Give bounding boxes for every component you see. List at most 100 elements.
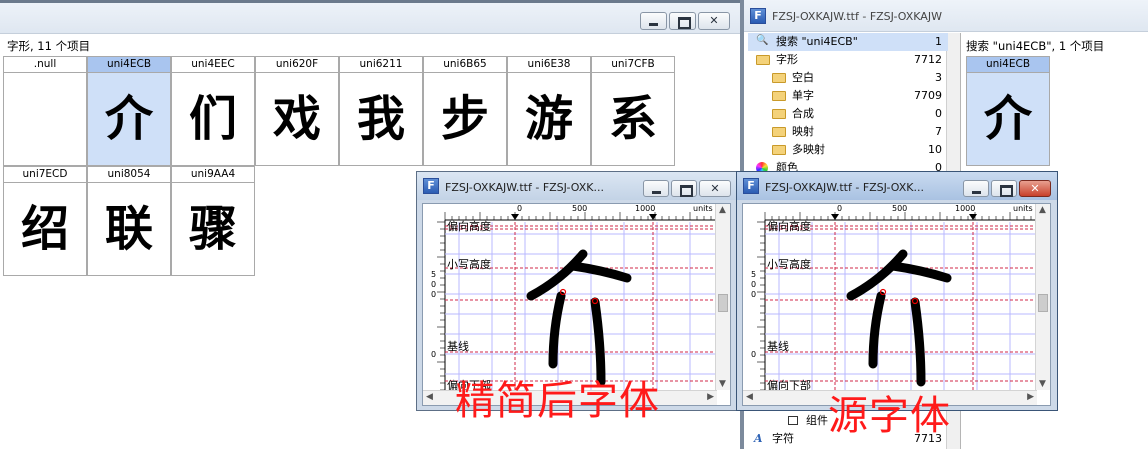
tree-item[interactable]: 🔍 搜索 "uni4ECB" 1 xyxy=(748,33,948,51)
glyph-name: .null xyxy=(4,57,86,73)
tree-item-count: 7 xyxy=(935,125,942,138)
folder-icon xyxy=(772,91,786,101)
app-icon: F xyxy=(743,178,759,194)
glyph-cell[interactable]: uni6B65 步 xyxy=(423,56,507,166)
tree-item-count: 7709 xyxy=(914,89,942,102)
glyph-editor-titlebar: F FZSJ-OXKAJW.ttf - FZSJ-OXK... xyxy=(737,172,1057,200)
ruler-label: 0 xyxy=(837,204,843,213)
glyph-editor-title: FZSJ-OXKAJW.ttf - FZSJ-OXK... xyxy=(445,181,604,194)
glyph-cell[interactable]: uni9AA4 骤 xyxy=(171,166,255,276)
tree-item[interactable]: 多映射 10 xyxy=(748,141,948,159)
ruler-label: 0 xyxy=(431,350,437,359)
scroll-thumb[interactable] xyxy=(718,294,728,312)
vertical-scrollbar[interactable]: ▲ ▼ xyxy=(715,204,730,390)
ruler-label: 5 xyxy=(431,270,437,279)
glyph-count-label: 字形, 11 个项目 xyxy=(7,39,91,53)
ruler-label: 5 xyxy=(751,270,757,279)
glyph-cell[interactable]: uni6211 我 xyxy=(339,56,423,166)
tree-item-label: 字形 xyxy=(776,53,798,66)
app-icon: F xyxy=(750,8,766,24)
window-controls xyxy=(643,180,731,197)
tree-item-label: 空白 xyxy=(792,71,814,84)
window-controls xyxy=(963,180,1051,197)
close-button[interactable] xyxy=(699,180,731,197)
search-result-glyph-cell[interactable]: uni4ECB 介 xyxy=(966,56,1050,166)
tree-item-count: 7712 xyxy=(914,53,942,66)
overlay-caption: 精简后字体 xyxy=(455,378,660,424)
glyph-cell[interactable]: uni4EEC 们 xyxy=(171,56,255,166)
maximize-button[interactable] xyxy=(991,180,1017,197)
scroll-right-arrow[interactable]: ▶ xyxy=(707,392,714,402)
guide-line-label: 偏向高度 xyxy=(767,220,811,233)
tree-item[interactable]: 映射 7 xyxy=(748,123,948,141)
glyph-cell[interactable]: .null xyxy=(3,56,87,166)
maximize-button[interactable] xyxy=(671,180,697,197)
ruler-label: units xyxy=(693,204,713,213)
scroll-up-arrow[interactable]: ▲ xyxy=(719,205,726,215)
glyph-name: uni6B65 xyxy=(424,57,506,73)
glyph-editor-title: FZSJ-OXKAJW.ttf - FZSJ-OXK... xyxy=(765,181,924,194)
component-icon xyxy=(788,416,798,425)
scroll-left-arrow[interactable]: ◀ xyxy=(746,392,753,402)
scroll-thumb[interactable] xyxy=(1038,294,1048,312)
folder-icon xyxy=(772,127,786,137)
tree-item-count: 10 xyxy=(928,143,942,156)
ruler-label: 500 xyxy=(572,204,588,213)
ruler-label: 0 xyxy=(431,290,437,299)
folder-icon xyxy=(756,55,770,65)
scroll-right-arrow[interactable]: ▶ xyxy=(1027,392,1034,402)
folder-icon xyxy=(772,145,786,155)
glyph-preview: 系 xyxy=(608,91,657,147)
minimize-button[interactable] xyxy=(963,180,989,197)
tree-item-count: 3 xyxy=(935,71,942,84)
tree-item[interactable]: 单字 7709 xyxy=(748,87,948,105)
tree-item-count: 0 xyxy=(935,107,942,120)
ruler-label: units xyxy=(1013,204,1033,213)
glyph-name: uni9AA4 xyxy=(172,167,254,183)
close-button[interactable] xyxy=(698,12,730,30)
scroll-down-arrow[interactable]: ▼ xyxy=(1039,379,1046,389)
app-icon: F xyxy=(423,178,439,194)
glyph-name: uni6E38 xyxy=(508,57,590,73)
overlay-caption: 源字体 xyxy=(828,393,951,439)
ruler-label: 0 xyxy=(751,280,757,289)
glyph-name: uni6211 xyxy=(340,57,422,73)
minimize-button[interactable] xyxy=(640,12,667,30)
glyph-preview: 联 xyxy=(104,201,153,257)
glyph-preview: 介 xyxy=(104,91,153,147)
tree-item[interactable]: 字形 7712 xyxy=(748,51,948,69)
glyph-cell[interactable]: uni6E38 游 xyxy=(507,56,591,166)
scroll-left-arrow[interactable]: ◀ xyxy=(426,392,433,402)
glyph-cell[interactable]: uni7ECD 绍 xyxy=(3,166,87,276)
guide-line-label: 小写高度 xyxy=(767,258,811,271)
glyph-name: uni7CFB xyxy=(592,57,674,73)
window-title: FZSJ-OXKAJW.ttf - FZSJ-OXKAJW xyxy=(772,10,942,23)
ruler-label: 500 xyxy=(892,204,908,213)
maximize-button[interactable] xyxy=(669,12,696,30)
glyph-cell[interactable]: uni4ECB 介 xyxy=(87,56,171,166)
tree-item-label: 合成 xyxy=(792,107,814,120)
glyph-preview: 我 xyxy=(356,91,405,147)
glyph-cell[interactable]: uni8054 联 xyxy=(87,166,171,276)
tree-item-label: 字符 xyxy=(772,432,794,445)
search-result-label: 搜索 "uni4ECB", 1 个项目 xyxy=(966,39,1105,53)
glyph-cell[interactable]: uni620F 戏 xyxy=(255,56,339,166)
glyph-cell[interactable]: uni7CFB 系 xyxy=(591,56,675,166)
tree-item[interactable]: 空白 3 xyxy=(748,69,948,87)
scroll-up-arrow[interactable]: ▲ xyxy=(1039,205,1046,215)
ruler-label: 1000 xyxy=(955,204,976,213)
close-button[interactable] xyxy=(1019,180,1051,197)
minimize-button[interactable] xyxy=(643,180,669,197)
character-icon: A xyxy=(754,432,763,445)
tree-item[interactable]: 合成 0 xyxy=(748,105,948,123)
tree-item-label: 单字 xyxy=(792,89,814,102)
glyph-canvas[interactable]: 0 500 1000 units 5 0 0 0 偏向高度 小写高度 基线 偏向下部 ▲ ▼ ◀ ▶ xyxy=(742,203,1051,406)
tree-item-count: 1 xyxy=(935,35,942,48)
ruler-label: 0 xyxy=(751,290,757,299)
glyph-preview: 骤 xyxy=(188,201,237,257)
glyph-name: uni4EEC xyxy=(172,57,254,73)
scroll-down-arrow[interactable]: ▼ xyxy=(719,379,726,389)
glyph-window-titlebar xyxy=(0,0,740,34)
vertical-scrollbar[interactable]: ▲ ▼ xyxy=(1035,204,1050,390)
ruler-label: 1000 xyxy=(635,204,656,213)
